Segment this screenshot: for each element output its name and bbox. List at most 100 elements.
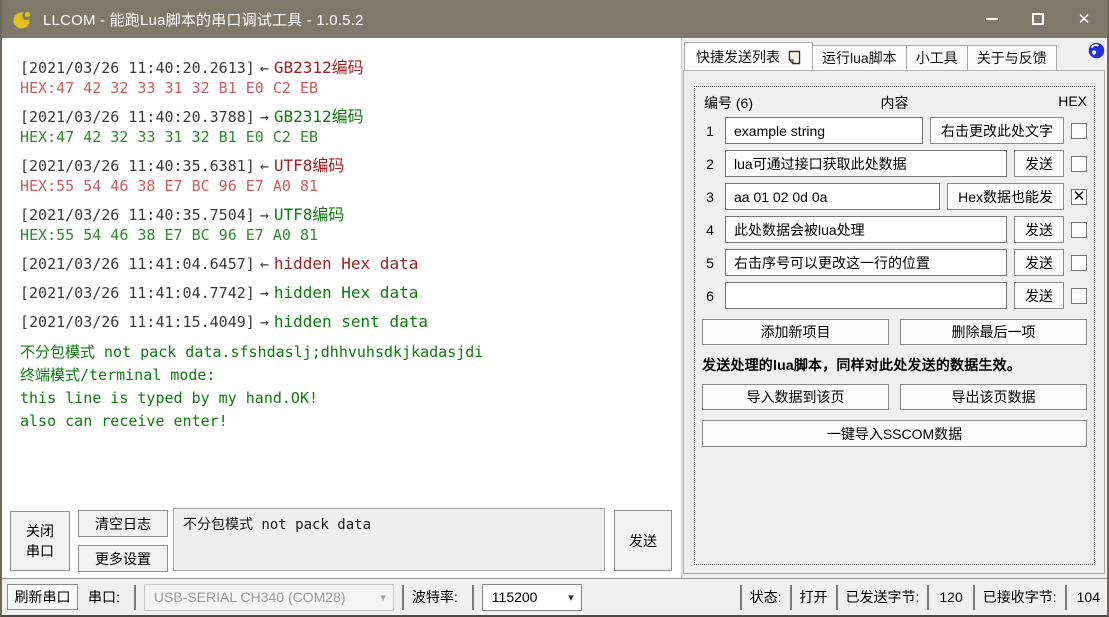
log-hex-line: HEX:47 42 32 33 31 32 B1 E0 C2 EB [20,127,673,147]
row-number[interactable]: 5 [702,255,718,271]
baud-select[interactable]: 115200 ▾ [482,584,582,611]
right-panel: 快捷发送列表 运行lua脚本 小工具 [681,38,1109,578]
maximize-button[interactable] [1015,0,1061,38]
chevron-down-icon: ▾ [568,591,574,604]
row-number[interactable]: 2 [702,156,718,172]
quick-send-input[interactable] [725,282,1007,309]
port-select[interactable]: USB-SERIAL CH340 (COM28) ▾ [144,584,394,611]
tab[interactable]: 快捷发送列表 [684,42,813,71]
row-number[interactable]: 1 [702,123,718,139]
quick-send-row-button[interactable]: 右击更改此处文字 [930,117,1064,144]
hex-checkbox[interactable]: ✕ [1071,189,1087,205]
direction-arrow-icon: → [260,284,269,302]
hex-checkbox[interactable] [1071,123,1087,139]
globe-icon[interactable] [1088,42,1105,64]
row-number[interactable]: 3 [702,189,718,205]
send-button[interactable]: 发送 [614,510,672,571]
log-message: hidden sent data [274,312,428,331]
tab-label: 快捷发送列表 [696,47,780,67]
recv-bytes-value: 104 [1077,589,1100,605]
minimize-button[interactable] [969,0,1015,38]
tab[interactable]: 运行lua脚本 [813,45,907,71]
add-item-button[interactable]: 添加新项目 [702,319,889,345]
tab[interactable]: 关于与反馈 [968,45,1057,71]
hex-checkbox[interactable] [1071,288,1087,304]
import-data-button[interactable]: 导入数据到该页 [702,384,889,410]
column-content: 内容 [702,93,1087,113]
log-entry: [2021/03/26 11:41:15.4049] → hidden sent d… [20,312,673,332]
quick-send-row-button[interactable]: Hex数据也能发 [947,183,1064,210]
log-hex-line: HEX:55 54 46 38 E7 BC 96 E7 A0 81 [20,225,673,245]
log-hex-line: HEX:55 54 46 38 E7 BC 96 E7 A0 81 [20,176,673,196]
log-entry: [2021/03/26 11:41:04.6457]←hidden Hex da… [20,254,673,274]
separator [927,585,929,610]
delete-last-button[interactable]: 删除最后一项 [900,319,1087,345]
quick-send-row-button[interactable]: 发送 [1014,216,1064,243]
serial-log[interactable]: [2021/03/26 11:40:20.2613] ← GB2312编码 HEX:… [2,38,679,500]
quick-send-row-button[interactable]: 发送 [1014,150,1064,177]
tab[interactable]: 小工具 [907,45,968,71]
minimize-icon [986,18,998,20]
quick-send-row: 3 Hex数据也能发 ✕ [702,183,1087,210]
separator [134,585,136,610]
quick-send-row: 4 发送 [702,216,1087,243]
note-icon [788,50,801,65]
direction-arrow-icon: → [260,313,269,331]
hex-checkbox[interactable] [1071,222,1087,238]
tab-label: 关于与反馈 [977,48,1047,68]
hex-checkbox[interactable] [1071,156,1087,172]
direction-arrow-icon: ← [260,59,269,77]
quick-send-input[interactable] [725,183,940,210]
quick-send-row: 2 发送 [702,150,1087,177]
log-message: hidden Hex data [274,283,419,302]
tab-bar: 快捷发送列表 运行lua脚本 小工具 [684,42,1105,71]
maximize-icon [1032,13,1044,25]
close-button[interactable]: ✕ [1061,0,1107,38]
log-entry: 终端模式/terminal mode: [20,364,673,387]
refresh-ports-button[interactable]: 刷新串口 [7,584,78,610]
quick-send-input[interactable] [725,249,1007,276]
quick-send-row: 1 右击更改此处文字 [702,117,1087,144]
export-data-button[interactable]: 导出该页数据 [900,384,1087,410]
quick-send-input[interactable] [725,117,923,144]
direction-arrow-icon: → [260,206,269,224]
lua-note-text: 发送处理的lua脚本，同样对此处发送的数据生效。 [702,355,1087,375]
checkbox-check-icon: ✕ [1073,189,1086,204]
port-label: 串口: [88,587,120,607]
import-sscom-button[interactable]: 一键导入SSCOM数据 [702,420,1087,447]
clear-log-button[interactable]: 清空日志 [78,510,168,537]
quick-send-row-button[interactable]: 发送 [1014,249,1064,276]
row-number[interactable]: 6 [702,288,718,304]
log-timestamp: [2021/03/26 11:40:35.6381] [20,157,255,175]
log-entry: this line is typed by my hand.OK! [20,387,673,410]
quick-send-group: 编号 (6) 内容 HEX 1 右击更改此处文字 2 发送 [694,86,1095,565]
send-input[interactable]: 不分包模式 not pack data [173,508,605,571]
app-icon [12,8,34,30]
tab-label: 小工具 [916,48,958,68]
separator [790,585,792,610]
hex-checkbox[interactable] [1071,255,1087,271]
log-message: GB2312编码 [274,58,364,77]
state-value: 打开 [800,587,828,607]
log-timestamp: [2021/03/26 11:41:15.4049] [20,313,255,331]
quick-send-row: 5 发送 [702,249,1087,276]
row-number[interactable]: 4 [702,222,718,238]
quick-send-input[interactable] [725,150,1007,177]
separator [1065,585,1067,610]
separator [973,585,975,610]
log-timestamp: [2021/03/26 11:41:04.7742] [20,284,255,302]
log-entry: [2021/03/26 11:40:35.6381]←UTF8编码 HEX:55… [20,156,673,196]
separator [836,585,838,610]
tab-label: 运行lua脚本 [822,48,897,68]
log-timestamp: [2021/03/26 11:40:20.2613] [20,59,255,77]
log-timestamp: [2021/03/26 11:40:20.3788] [20,108,255,126]
log-message: GB2312编码 [274,107,364,126]
close-port-button[interactable]: 关闭 串口 [10,511,70,571]
quick-send-input[interactable] [725,216,1007,243]
more-settings-button[interactable]: 更多设置 [78,545,168,572]
app-window: LLCOM - 能跑Lua脚本的串口调试工具 - 1.0.5.2 ✕ [2021… [0,0,1109,617]
titlebar: LLCOM - 能跑Lua脚本的串口调试工具 - 1.0.5.2 ✕ [2,0,1107,38]
log-timestamp: [2021/03/26 11:40:35.7504] [20,206,255,224]
quick-send-row-button[interactable]: 发送 [1014,282,1064,309]
window-controls: ✕ [969,0,1107,38]
